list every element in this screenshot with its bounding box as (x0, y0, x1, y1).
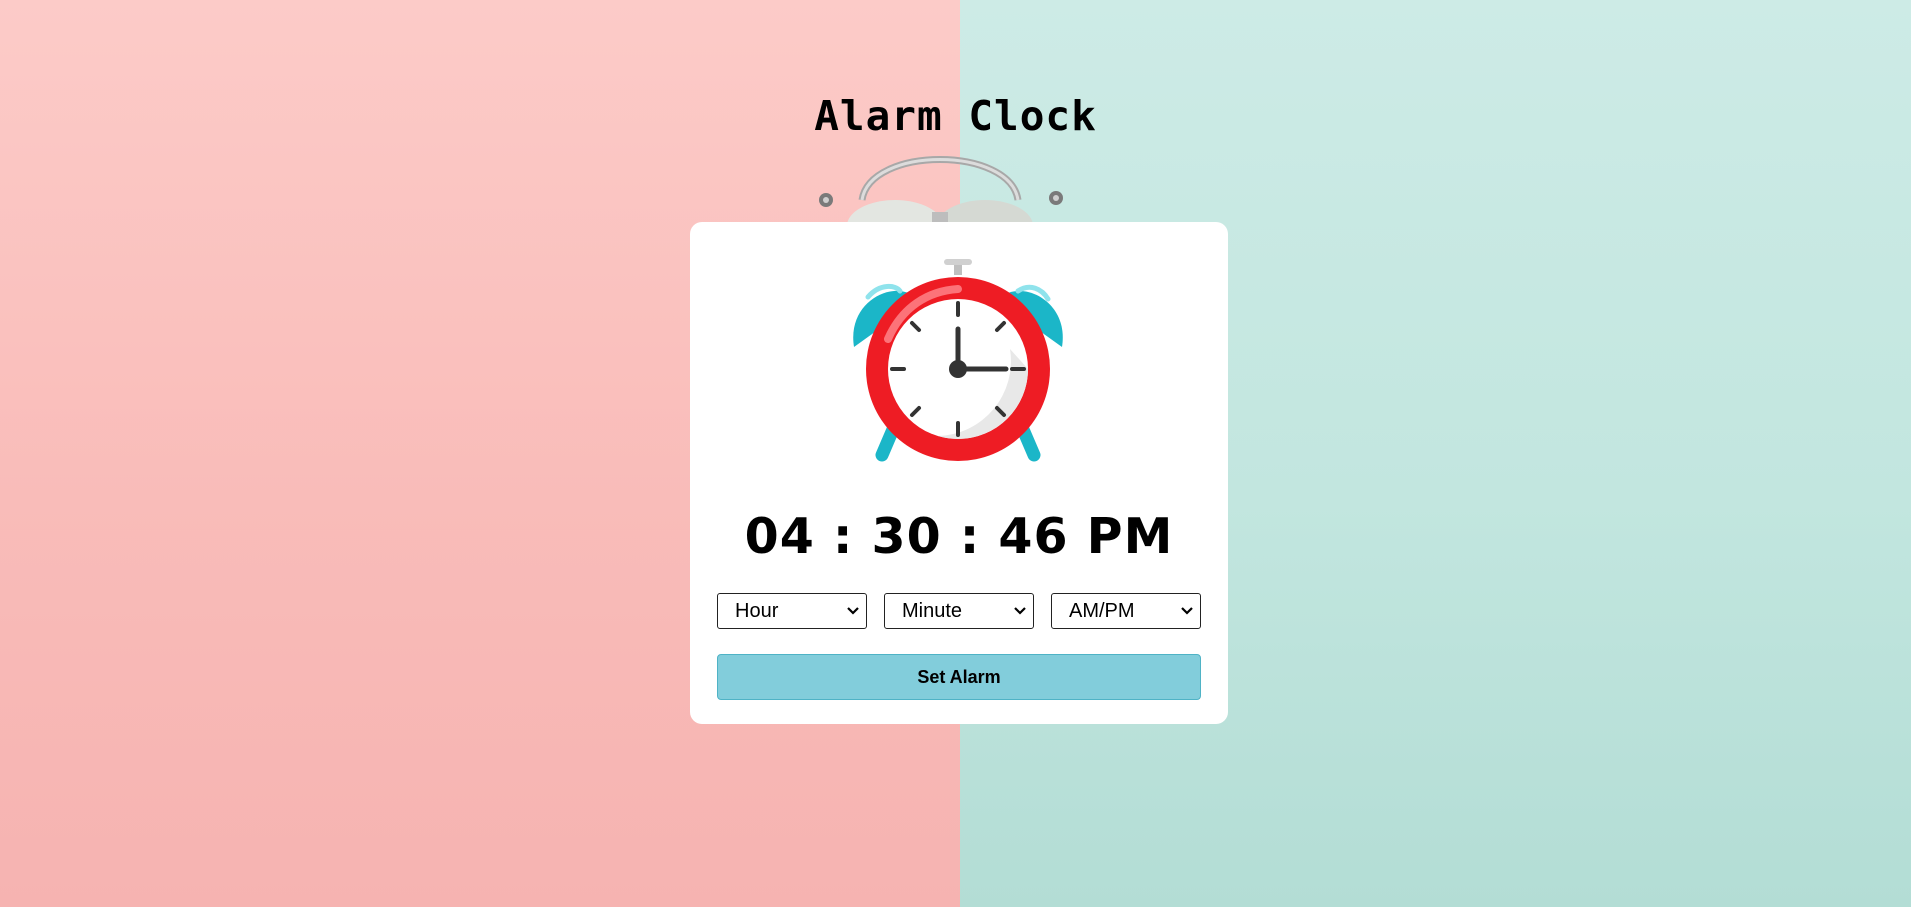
chevron-down-icon (1014, 607, 1026, 615)
alarm-clock-icon (853, 259, 1063, 462)
ampm-select-label: AM/PM (1069, 600, 1135, 622)
chevron-down-icon (1181, 607, 1193, 615)
alarm-time-selects: Hour Minute AM/PM (717, 593, 1201, 629)
set-alarm-button[interactable]: Set Alarm (717, 654, 1201, 700)
minute-select-label: Minute (902, 600, 963, 622)
hour-select-label: Hour (735, 600, 779, 622)
chevron-down-icon (847, 607, 859, 615)
alarm-bell-photo-icon (819, 156, 1063, 228)
current-time: 04 : 30 : 46 PM (744, 508, 1174, 565)
hour-select[interactable]: Hour (717, 593, 867, 629)
page-title: Alarm Clock (814, 92, 1097, 140)
alarm-card: 04 : 30 : 46 PM Hour Minute AM/PM Set Al… (690, 222, 1228, 724)
ampm-select[interactable]: AM/PM (1051, 593, 1201, 629)
minute-select[interactable]: Minute (884, 593, 1034, 629)
